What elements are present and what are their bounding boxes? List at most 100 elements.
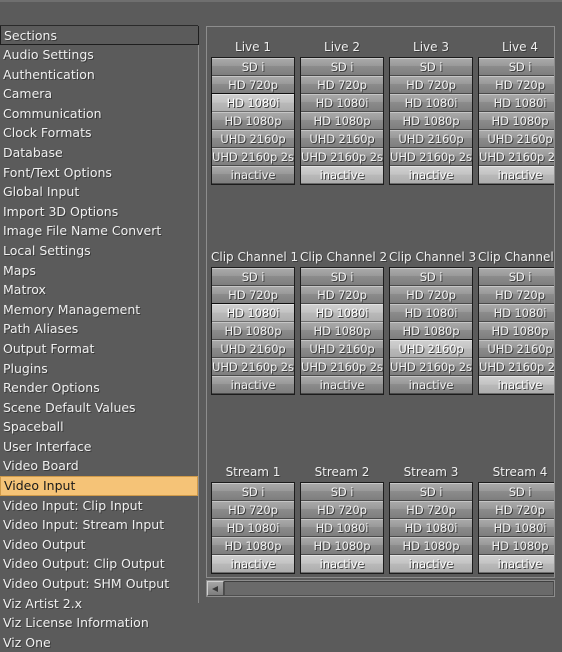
format-option-hd-1080p[interactable]: HD 1080p xyxy=(301,112,383,130)
format-option-uhd-2160p-2si[interactable]: UHD 2160p 2si xyxy=(390,358,472,376)
sidebar-item-video-input[interactable]: Video Input xyxy=(0,476,198,496)
format-option-uhd-2160p[interactable]: UHD 2160p xyxy=(301,340,383,358)
format-option-uhd-2160p-2si[interactable]: UHD 2160p 2si xyxy=(212,358,294,376)
format-option-inactive[interactable]: inactive xyxy=(301,376,383,394)
format-option-sd-i[interactable]: SD i xyxy=(301,58,383,76)
format-option-uhd-2160p-2si[interactable]: UHD 2160p 2si xyxy=(301,148,383,166)
format-option-sd-i[interactable]: SD i xyxy=(390,483,472,501)
sidebar-item-video-input-stream-input[interactable]: Video Input: Stream Input xyxy=(0,515,198,535)
sidebar-item-clock-formats[interactable]: Clock Formats xyxy=(0,123,198,143)
format-option-inactive[interactable]: inactive xyxy=(212,376,294,394)
format-option-hd-1080i[interactable]: HD 1080i xyxy=(301,304,383,322)
format-option-uhd-2160p[interactable]: UHD 2160p xyxy=(390,130,472,148)
sidebar-item-database[interactable]: Database xyxy=(0,143,198,163)
format-option-sd-i[interactable]: SD i xyxy=(390,268,472,286)
format-option-inactive[interactable]: inactive xyxy=(212,555,294,573)
format-option-uhd-2160p[interactable]: UHD 2160p xyxy=(479,340,554,358)
format-option-sd-i[interactable]: SD i xyxy=(301,483,383,501)
sidebar-item-memory-management[interactable]: Memory Management xyxy=(0,300,198,320)
sidebar-item-video-input-clip-input[interactable]: Video Input: Clip Input xyxy=(0,496,198,516)
sidebar-item-maps[interactable]: Maps xyxy=(0,261,198,281)
format-option-hd-1080p[interactable]: HD 1080p xyxy=(479,322,554,340)
sidebar-item-import-3d-options[interactable]: Import 3D Options xyxy=(0,202,198,222)
format-option-hd-720p[interactable]: HD 720p xyxy=(479,286,554,304)
sidebar-item-plugins[interactable]: Plugins xyxy=(0,359,198,379)
format-option-inactive[interactable]: inactive xyxy=(479,555,554,573)
format-option-inactive[interactable]: inactive xyxy=(301,555,383,573)
format-option-hd-1080p[interactable]: HD 1080p xyxy=(479,112,554,130)
sidebar-item-matrox[interactable]: Matrox xyxy=(0,280,198,300)
format-option-hd-720p[interactable]: HD 720p xyxy=(212,501,294,519)
format-option-hd-1080i[interactable]: HD 1080i xyxy=(301,94,383,112)
sidebar-item-global-input[interactable]: Global Input xyxy=(0,182,198,202)
sidebar-item-image-file-name-convert[interactable]: Image File Name Convert xyxy=(0,221,198,241)
format-option-sd-i[interactable]: SD i xyxy=(212,483,294,501)
format-option-sd-i[interactable]: SD i xyxy=(479,483,554,501)
format-option-hd-1080i[interactable]: HD 1080i xyxy=(301,519,383,537)
format-option-hd-720p[interactable]: HD 720p xyxy=(301,286,383,304)
format-option-hd-1080p[interactable]: HD 1080p xyxy=(212,322,294,340)
format-option-hd-1080i[interactable]: HD 1080i xyxy=(212,519,294,537)
format-option-hd-1080p[interactable]: HD 1080p xyxy=(301,322,383,340)
format-option-uhd-2160p-2si[interactable]: UHD 2160p 2si xyxy=(479,148,554,166)
format-option-inactive[interactable]: inactive xyxy=(390,555,472,573)
format-option-hd-1080p[interactable]: HD 1080p xyxy=(479,537,554,555)
format-option-uhd-2160p-2si[interactable]: UHD 2160p 2si xyxy=(301,358,383,376)
sidebar-item-scene-default-values[interactable]: Scene Default Values xyxy=(0,398,198,418)
format-option-sd-i[interactable]: SD i xyxy=(479,58,554,76)
format-option-hd-1080p[interactable]: HD 1080p xyxy=(301,537,383,555)
format-option-hd-1080i[interactable]: HD 1080i xyxy=(211,303,295,323)
sidebar-item-viz-artist-2-x[interactable]: Viz Artist 2.x xyxy=(0,594,198,614)
format-option-sd-i[interactable]: SD i xyxy=(212,268,294,286)
triangle-left-icon[interactable] xyxy=(207,581,224,596)
format-option-uhd-2160p[interactable]: UHD 2160p xyxy=(479,130,554,148)
format-option-hd-1080p[interactable]: HD 1080p xyxy=(390,322,472,340)
sidebar-item-audio-settings[interactable]: Audio Settings xyxy=(0,45,198,65)
format-option-sd-i[interactable]: SD i xyxy=(212,58,294,76)
format-option-hd-1080i[interactable]: HD 1080i xyxy=(390,519,472,537)
format-option-hd-720p[interactable]: HD 720p xyxy=(479,76,554,94)
sidebar-item-video-output-clip-output[interactable]: Video Output: Clip Output xyxy=(0,554,198,574)
sidebar-item-communication[interactable]: Communication xyxy=(0,104,198,124)
format-option-hd-1080i[interactable]: HD 1080i xyxy=(390,304,472,322)
format-option-hd-1080p[interactable]: HD 1080p xyxy=(212,537,294,555)
sidebar-item-camera[interactable]: Camera xyxy=(0,84,198,104)
format-option-uhd-2160p-2si[interactable]: UHD 2160p 2si xyxy=(212,148,294,166)
sidebar-item-path-aliases[interactable]: Path Aliases xyxy=(0,319,198,339)
sidebar-item-spaceball[interactable]: Spaceball xyxy=(0,417,198,437)
format-option-sd-i[interactable]: SD i xyxy=(390,58,472,76)
format-option-inactive[interactable]: inactive xyxy=(479,376,554,394)
format-option-hd-720p[interactable]: HD 720p xyxy=(390,76,472,94)
format-option-hd-720p[interactable]: HD 720p xyxy=(212,286,294,304)
sidebar-item-render-options[interactable]: Render Options xyxy=(0,378,198,398)
format-option-hd-1080p[interactable]: HD 1080p xyxy=(390,112,472,130)
format-option-hd-1080i[interactable]: HD 1080i xyxy=(479,519,554,537)
format-option-hd-1080p[interactable]: HD 1080p xyxy=(390,537,472,555)
format-option-hd-1080i[interactable]: HD 1080i xyxy=(479,304,554,322)
format-option-hd-1080i[interactable]: HD 1080i xyxy=(479,94,554,112)
format-option-sd-i[interactable]: SD i xyxy=(301,268,383,286)
format-option-uhd-2160p[interactable]: UHD 2160p xyxy=(212,130,294,148)
sidebar-item-output-format[interactable]: Output Format xyxy=(0,339,198,359)
sidebar-item-video-board[interactable]: Video Board xyxy=(0,456,198,476)
sidebar-item-viz-one[interactable]: Viz One xyxy=(0,633,198,652)
format-option-hd-720p[interactable]: HD 720p xyxy=(301,76,383,94)
format-option-uhd-2160p-2si[interactable]: UHD 2160p 2si xyxy=(390,148,472,166)
format-option-uhd-2160p-2si[interactable]: UHD 2160p 2si xyxy=(479,358,554,376)
format-option-inactive[interactable]: inactive xyxy=(479,166,554,184)
format-option-hd-720p[interactable]: HD 720p xyxy=(390,286,472,304)
sidebar-item-video-output[interactable]: Video Output xyxy=(0,535,198,555)
format-option-hd-720p[interactable]: HD 720p xyxy=(479,501,554,519)
format-option-uhd-2160p[interactable]: UHD 2160p xyxy=(212,340,294,358)
format-option-uhd-2160p[interactable]: UHD 2160p xyxy=(301,130,383,148)
horizontal-scrollbar[interactable] xyxy=(206,580,555,597)
format-option-hd-720p[interactable]: HD 720p xyxy=(301,501,383,519)
sidebar-item-font-text-options[interactable]: Font/Text Options xyxy=(0,163,198,183)
format-option-uhd-2160p[interactable]: UHD 2160p xyxy=(389,339,473,359)
sidebar-item-video-output-shm-output[interactable]: Video Output: SHM Output xyxy=(0,574,198,594)
format-option-inactive[interactable]: inactive xyxy=(390,376,472,394)
format-option-inactive[interactable]: inactive xyxy=(212,166,294,184)
format-option-hd-1080i[interactable]: HD 1080i xyxy=(390,94,472,112)
sidebar-item-user-interface[interactable]: User Interface xyxy=(0,437,198,457)
format-option-inactive[interactable]: inactive xyxy=(301,166,383,184)
